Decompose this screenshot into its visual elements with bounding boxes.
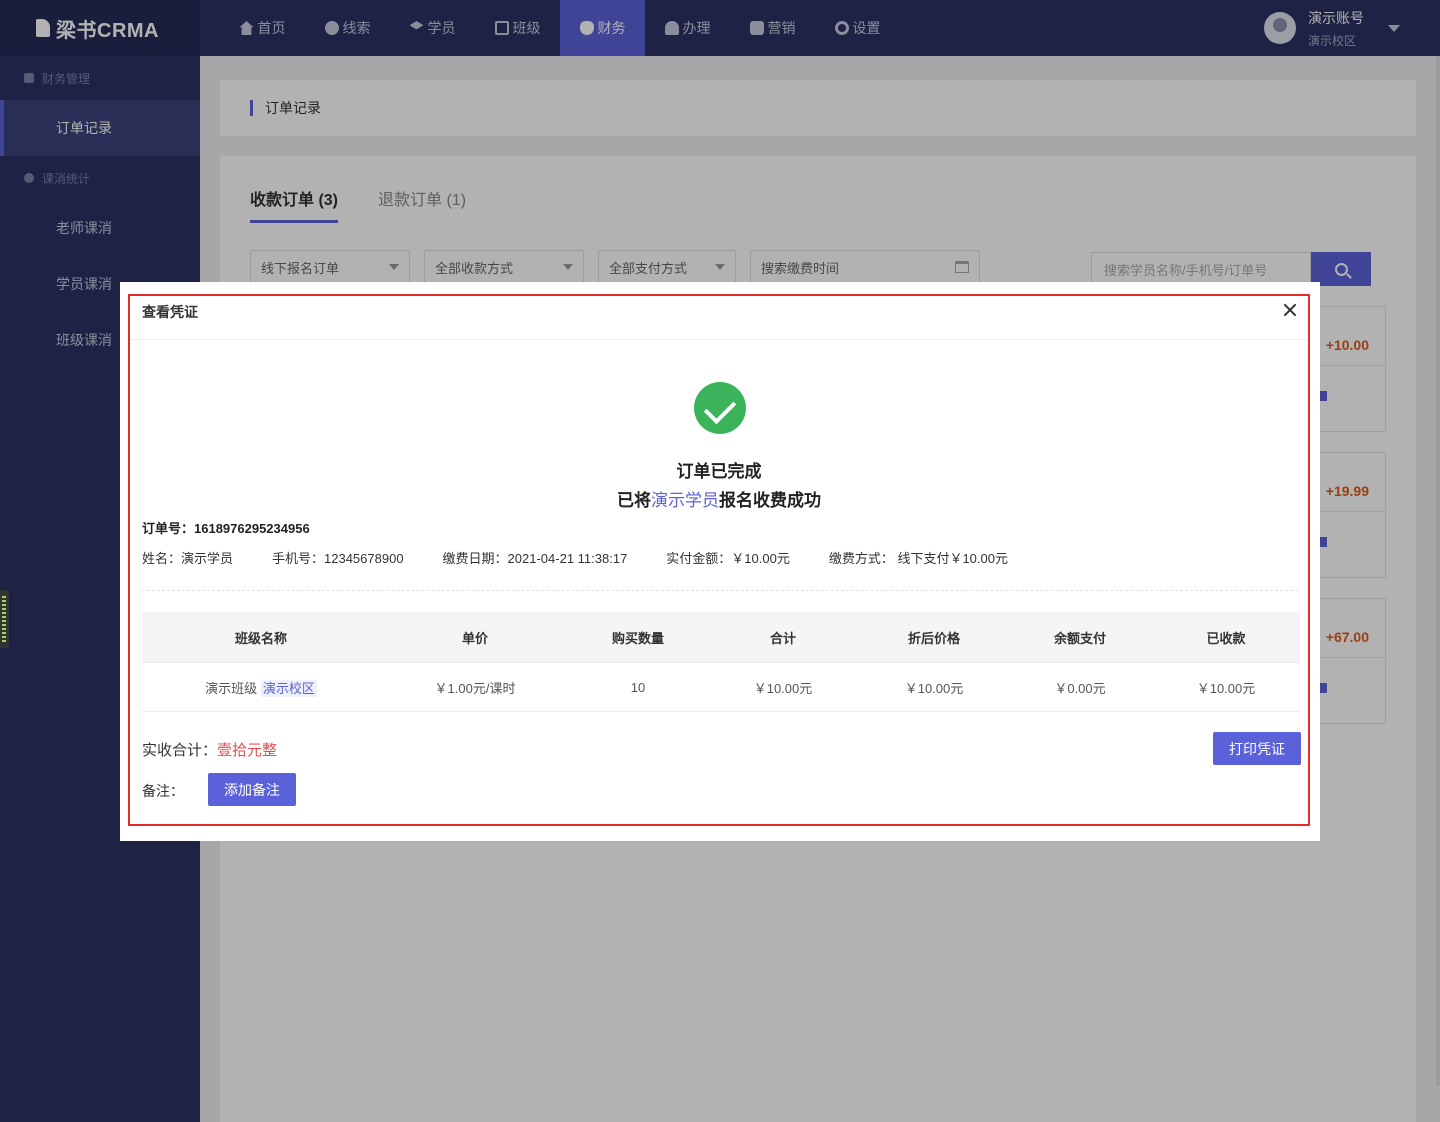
order-number: 订单号：1618976295234956 xyxy=(142,521,310,536)
column-header: 折后价格 xyxy=(907,630,960,646)
voucher-highlight-frame: 查看凭证 订单已完成 已将演示学员报名收费成功 订单号：161897629523… xyxy=(128,294,1310,826)
close-icon[interactable] xyxy=(1280,300,1300,320)
print-voucher-button[interactable]: 打印凭证 xyxy=(1213,732,1301,765)
dashed-divider xyxy=(142,590,1298,591)
unit-price-cell: ￥1.00元/课时 xyxy=(434,680,516,696)
pay-date: 缴费日期：2021-04-21 11:38:17 xyxy=(442,551,628,566)
discounted-cell: ￥10.00元 xyxy=(904,680,964,696)
campus-tag: 演示校区 xyxy=(260,679,317,697)
balance-pay-cell: ￥0.00元 xyxy=(1054,680,1106,696)
modal-title: 查看凭证 xyxy=(142,304,198,320)
student-name: 姓名：演示学员 xyxy=(142,551,234,566)
student-link[interactable]: 演示学员 xyxy=(651,491,719,510)
add-remark-button[interactable]: 添加备注 xyxy=(208,773,296,806)
received-cell: ￥10.00元 xyxy=(1196,680,1256,696)
check-circle-icon xyxy=(694,382,746,434)
student-phone: 手机号：12345678900 xyxy=(272,551,404,566)
page-scrollbar[interactable] xyxy=(1436,56,1440,1086)
voucher-table: 班级名称 单价 购买数量 合计 折后价格 余额支付 已收款 演示班级 演示校区 … xyxy=(142,612,1300,712)
column-header: 单价 xyxy=(461,630,488,646)
side-widget-handle[interactable] xyxy=(0,590,9,648)
remark-label: 备注： xyxy=(142,783,184,799)
order-complete-message: 已将演示学员报名收费成功 xyxy=(617,491,821,510)
table-header: 班级名称 单价 购买数量 合计 折后价格 余额支付 已收款 xyxy=(142,612,1300,662)
modal-header-divider xyxy=(130,339,1308,340)
pay-method: 缴费方式： 线下支付￥10.00元 xyxy=(828,551,1008,566)
quantity-cell: 10 xyxy=(630,679,646,695)
paid-amount: 实付金额：￥10.00元 xyxy=(666,551,790,566)
received-total: 实收合计：壹拾元整 xyxy=(142,742,278,759)
table-row: 演示班级 演示校区 ￥1.00元/课时 10 ￥10.00元 ￥10.00元 ￥… xyxy=(142,662,1300,712)
order-complete-title: 订单已完成 xyxy=(676,462,762,481)
column-header: 班级名称 xyxy=(234,630,287,646)
order-info-row: 姓名：演示学员 手机号：12345678900 缴费日期：2021-04-21 … xyxy=(142,548,1047,567)
column-header: 余额支付 xyxy=(1053,630,1106,646)
total-cell: ￥10.00元 xyxy=(753,680,813,696)
class-name-cell: 演示班级 演示校区 xyxy=(205,679,317,697)
received-total-value: 壹拾元整 xyxy=(217,742,278,759)
column-header: 购买数量 xyxy=(611,630,664,646)
column-header: 已收款 xyxy=(1206,630,1246,646)
column-header: 合计 xyxy=(769,630,796,646)
voucher-modal: 查看凭证 订单已完成 已将演示学员报名收费成功 订单号：161897629523… xyxy=(120,282,1320,841)
